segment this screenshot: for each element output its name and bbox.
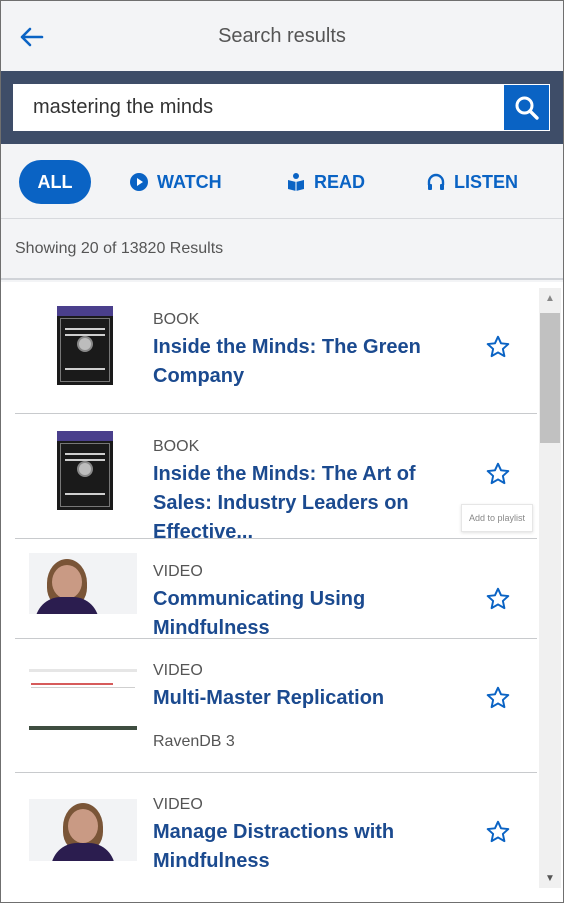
tab-listen[interactable]: LISTEN [426,160,518,204]
star-icon[interactable] [485,461,513,489]
list-item[interactable]: VIDEO Communicating Using Mindfulness [15,539,537,639]
result-type: BOOK [153,311,200,328]
result-type: VIDEO [153,662,203,679]
tab-watch-label: WATCH [157,171,222,192]
list-item[interactable]: BOOK Inside the Minds: The Art of Sales:… [15,414,537,543]
result-title[interactable]: Manage Distractions with Mindfulness [153,818,443,876]
tab-listen-label: LISTEN [454,171,519,192]
result-title[interactable]: Multi-Master Replication [153,684,443,713]
tab-all[interactable]: ALL [19,160,91,204]
list-item[interactable]: VIDEO Multi-Master Replication RavenDB 3 [15,639,537,773]
header: Search results [1,1,563,71]
results-count-bar: Showing 20 of 13820 Results [1,220,563,280]
video-thumbnail [29,553,137,614]
search-bar [1,71,563,144]
book-cover-image [57,431,113,510]
search-input[interactable] [13,84,503,131]
play-icon [130,173,148,191]
scrollbar[interactable]: ▲ ▼ [539,288,561,888]
result-type: VIDEO [153,796,203,813]
app-frame: Search results ALL WATCH [0,0,564,903]
scrollbar-thumb[interactable] [540,313,560,443]
list-item[interactable]: VIDEO Manage Distractions with Mindfulne… [15,773,537,902]
scroll-down-arrow-icon[interactable]: ▼ [539,870,561,886]
video-thumbnail [29,799,137,861]
results-list[interactable]: BOOK Inside the Minds: The Green Company… [1,282,563,902]
result-type: BOOK [153,438,200,455]
result-title[interactable]: Communicating Using Mindfulness [153,585,473,643]
result-type: VIDEO [153,563,203,580]
tab-read-label: READ [314,171,366,192]
tab-watch[interactable]: WATCH [129,160,222,204]
search-button[interactable] [503,84,550,131]
result-meta: RavenDB 3 [153,733,235,750]
search-icon [515,96,539,120]
star-icon[interactable] [485,819,513,847]
tab-all-label: ALL [37,171,73,192]
result-title[interactable]: Inside the Minds: The Green Company [153,333,443,391]
add-to-playlist-tooltip: Add to playlist [461,504,533,532]
book-cover-image [57,306,113,385]
list-item[interactable]: BOOK Inside the Minds: The Green Company [15,282,537,414]
star-icon[interactable] [485,685,513,713]
star-icon[interactable] [485,586,513,614]
filter-tabs: ALL WATCH READ LISTEN [1,144,563,219]
star-icon[interactable] [485,334,513,362]
headphones-icon [427,173,445,190]
book-reader-icon [288,173,304,191]
tab-read[interactable]: READ [286,160,365,204]
results-count: Showing 20 of 13820 Results [15,240,224,257]
page-title: Search results [218,25,346,47]
scroll-up-arrow-icon[interactable]: ▲ [539,290,561,306]
result-title[interactable]: Inside the Minds: The Art of Sales: Indu… [153,460,453,547]
video-thumbnail [29,669,137,731]
